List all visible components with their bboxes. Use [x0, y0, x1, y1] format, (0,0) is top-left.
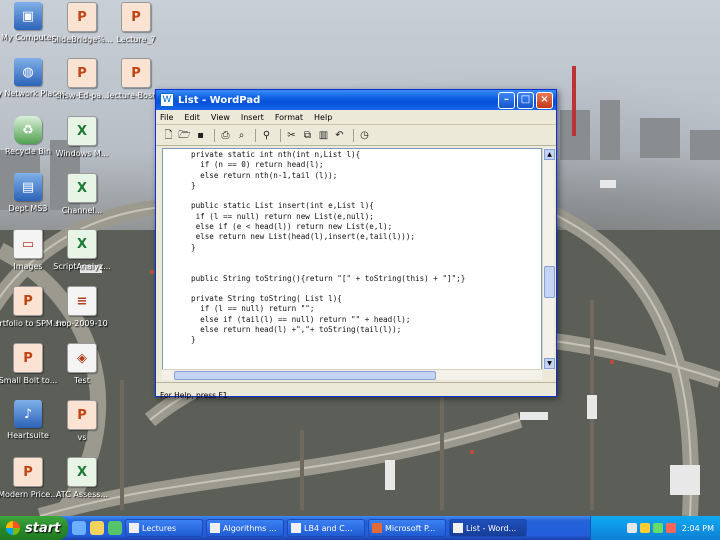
- xls-file-icon: X: [67, 229, 97, 259]
- toolbar-separator: [255, 128, 256, 142]
- ppt-file-icon: P: [13, 457, 43, 487]
- folder-icon: [129, 523, 139, 533]
- image-icon: ▭: [13, 229, 43, 259]
- desktop-icon-lecture-7[interactable]: P Lecture_7: [98, 2, 174, 45]
- undo-icon[interactable]: ↶: [333, 129, 346, 142]
- task-lectures[interactable]: Lectures: [125, 519, 203, 537]
- desktop-icon-vs[interactable]: P vs: [44, 400, 120, 443]
- xls-file-icon: X: [67, 116, 97, 146]
- desktop-icon-test[interactable]: ◈ Test: [44, 343, 120, 386]
- window-title: List - WordPad: [178, 94, 261, 106]
- menu-edit[interactable]: Edit: [184, 113, 200, 122]
- show-desktop-icon[interactable]: [90, 521, 104, 535]
- close-button[interactable]: ×: [536, 91, 553, 109]
- network-icon: ◍: [14, 58, 42, 86]
- ppt-file-icon: P: [121, 58, 151, 88]
- status-bar: For Help, press F1: [156, 382, 556, 400]
- wordpad-icon: [453, 523, 463, 533]
- open-icon[interactable]: 🗁: [178, 129, 191, 142]
- tray-icon[interactable]: [652, 523, 663, 533]
- toolbar-separator: [214, 128, 215, 142]
- tray-icon[interactable]: [626, 523, 637, 533]
- ppt-file-icon: P: [67, 58, 97, 88]
- copy-icon[interactable]: ⧉: [301, 129, 314, 142]
- cut-icon[interactable]: ✂: [285, 129, 298, 142]
- ppt-file-icon: P: [67, 2, 97, 32]
- menu-view[interactable]: View: [211, 113, 230, 122]
- toolbar-separator: [280, 128, 281, 142]
- start-button[interactable]: start: [0, 516, 68, 540]
- document-editor[interactable]: private static int nth(int n,List l){ if…: [162, 148, 542, 370]
- title-bar[interactable]: W List - WordPad – □ ×: [156, 90, 556, 110]
- task-algorithms[interactable]: Algorithms ...: [206, 519, 284, 537]
- windows-logo-icon: [6, 521, 20, 535]
- system-tray: 2:04 PM: [590, 516, 720, 540]
- find-icon[interactable]: ⚲: [260, 129, 273, 142]
- maximize-button[interactable]: □: [517, 91, 534, 109]
- task-list-wordpad[interactable]: List - Word...: [449, 519, 527, 537]
- desktop-icon-windows-m[interactable]: X Windows M...: [44, 116, 120, 159]
- print-preview-icon[interactable]: ⌕: [235, 129, 248, 142]
- browser-icon: [291, 523, 301, 533]
- vertical-scroll-thumb[interactable]: [544, 266, 555, 298]
- document-text[interactable]: private static int nth(int n,List l){ if…: [163, 149, 541, 346]
- desktop-icon-scriptanalyz[interactable]: X ScriptAnalyz...: [44, 229, 120, 272]
- ppt-file-icon: P: [67, 400, 97, 430]
- menu-format[interactable]: Format: [275, 113, 303, 122]
- vertical-scrollbar[interactable]: ▲ ▼: [542, 148, 555, 370]
- powerpoint-icon: [372, 523, 382, 533]
- desktop-icon-hop[interactable]: ≡ hop-2009-10: [44, 286, 120, 329]
- menu-file[interactable]: File: [160, 113, 173, 122]
- start-label: start: [25, 520, 61, 536]
- menu-insert[interactable]: Insert: [241, 113, 264, 122]
- xls-file-icon: X: [67, 173, 97, 203]
- internet-explorer-icon[interactable]: [72, 521, 86, 535]
- tray-icon[interactable]: [639, 523, 650, 533]
- datetime-icon[interactable]: ◷: [358, 129, 371, 142]
- music-icon: ♪: [14, 400, 42, 428]
- ppt-file-icon: P: [121, 2, 151, 32]
- task-lb4[interactable]: LB4 and C...: [287, 519, 365, 537]
- status-text: For Help, press F1: [160, 391, 228, 400]
- menu-help[interactable]: Help: [314, 113, 332, 122]
- menu-bar: File Edit View Insert Format Help: [156, 110, 556, 125]
- folder-icon: ▤: [14, 173, 42, 201]
- scroll-down-icon[interactable]: ▼: [544, 358, 555, 369]
- desktop-icon-channel[interactable]: X Channel...: [44, 173, 120, 216]
- document-icon: ≡: [67, 286, 97, 316]
- task-microsoft-powerpoint[interactable]: Microsoft P...: [368, 519, 446, 537]
- new-icon[interactable]: 🗋: [162, 129, 175, 142]
- horizontal-scroll-thumb[interactable]: [174, 371, 436, 380]
- toolbar: 🗋 🗁 ▪ ⎙ ⌕ ⚲ ✂ ⧉ ▥ ↶ ◷: [156, 125, 556, 146]
- toolbar-separator: [353, 128, 354, 142]
- game-icon: ◈: [67, 343, 97, 373]
- clock[interactable]: 2:04 PM: [682, 524, 714, 533]
- desktop-icon-atc-assess[interactable]: X ATC Assess...: [44, 457, 120, 500]
- taskbar: start Lectures Algorithms ... LB4 and C.…: [0, 516, 720, 540]
- ppt-file-icon: P: [13, 286, 43, 316]
- print-icon[interactable]: ⎙: [219, 129, 232, 142]
- minimize-button[interactable]: –: [498, 91, 515, 109]
- computer-icon: ▣: [14, 2, 42, 30]
- wordpad-app-icon: W: [160, 93, 174, 107]
- save-icon[interactable]: ▪: [194, 129, 207, 142]
- ppt-file-icon: P: [13, 343, 43, 373]
- tray-icon[interactable]: [665, 523, 676, 533]
- xls-file-icon: X: [67, 457, 97, 487]
- browser-icon: [210, 523, 220, 533]
- paste-icon[interactable]: ▥: [317, 129, 330, 142]
- scroll-up-icon[interactable]: ▲: [544, 149, 555, 160]
- media-player-icon[interactable]: [108, 521, 122, 535]
- wordpad-window[interactable]: W List - WordPad – □ × File Edit View In…: [155, 89, 557, 400]
- recycle-bin-icon: ♻: [14, 116, 42, 144]
- horizontal-scrollbar[interactable]: [162, 369, 542, 380]
